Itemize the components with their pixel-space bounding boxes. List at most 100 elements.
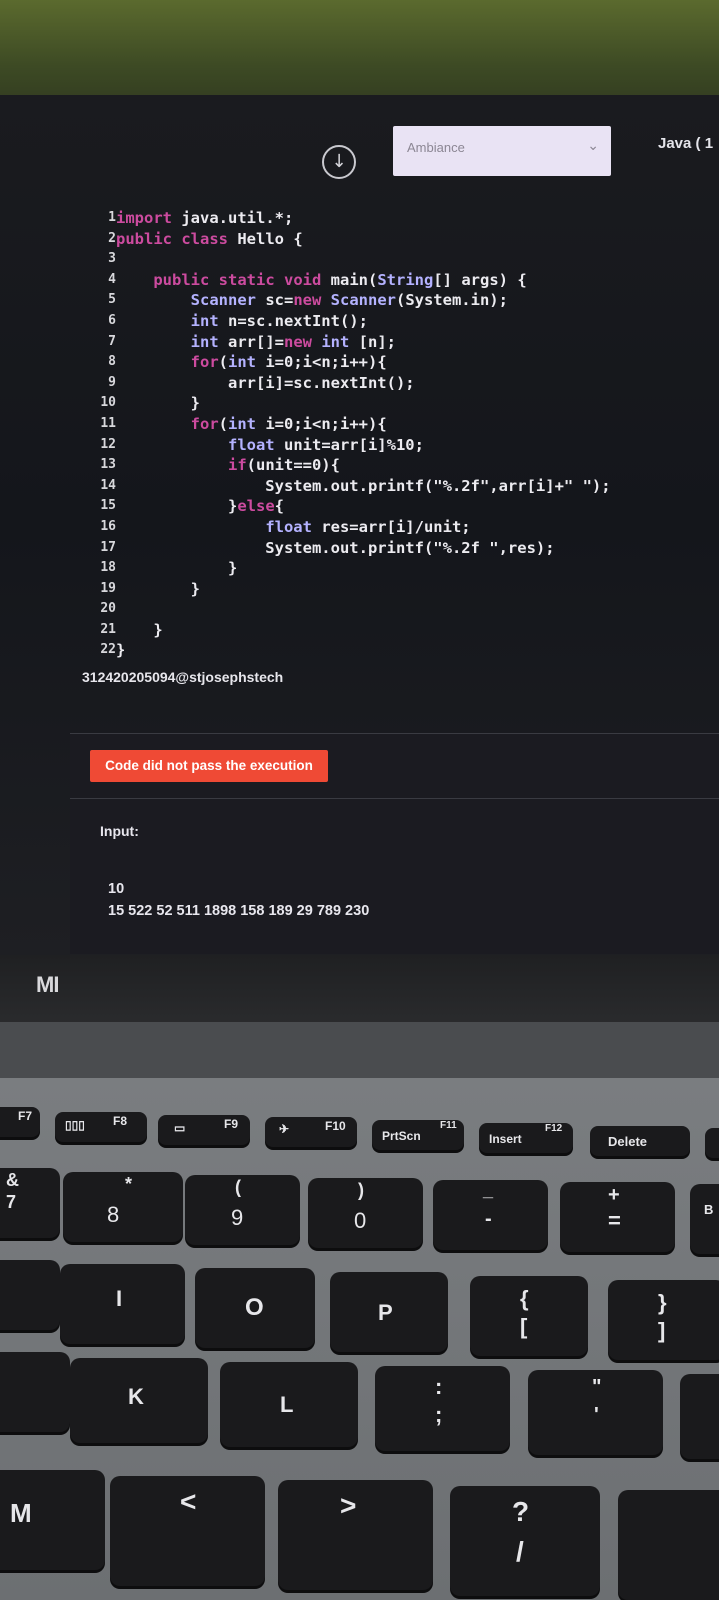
- key-m-label: M: [10, 1498, 32, 1528]
- code-text: }: [116, 641, 126, 660]
- key-comma-top: <: [180, 1486, 197, 1517]
- key-o[interactable]: O: [195, 1268, 315, 1348]
- code-line: 19 }: [80, 579, 700, 600]
- key-slash-bottom: /: [516, 1536, 524, 1567]
- key-insert[interactable]: Insert F12: [479, 1123, 573, 1153]
- line-number: 10: [100, 395, 116, 411]
- code-line: 14 System.out.printf("%.2f",arr[i]+" ");: [80, 476, 700, 497]
- line-number: 6: [108, 312, 116, 328]
- key-i[interactable]: I: [60, 1264, 185, 1344]
- code-text: int n=sc.nextInt();: [190, 311, 368, 330]
- input-line-1: 10: [108, 881, 125, 897]
- window-icon: ▭: [174, 1121, 186, 1135]
- key-left-bracket[interactable]: {[: [470, 1276, 588, 1356]
- code-editor[interactable]: 1 import java.util.*; 2 public class Hello …: [80, 208, 700, 661]
- status-badge: Code did not pass the execution: [90, 750, 328, 782]
- key-enter[interactable]: [680, 1374, 719, 1459]
- key-f10-label: F10: [325, 1119, 346, 1133]
- key-p[interactable]: P: [330, 1272, 448, 1352]
- key-f12-label: F12: [545, 1123, 563, 1134]
- key-equals-bottom: =: [608, 1208, 621, 1233]
- author-label: 312420205094@stjosephstech: [82, 669, 284, 685]
- key-k-label: K: [128, 1384, 144, 1409]
- key-semicolon-top: :: [435, 1374, 443, 1399]
- key-k[interactable]: K: [70, 1358, 208, 1443]
- key-right-bracket[interactable]: }]: [608, 1280, 719, 1360]
- code-line: 5 Scanner sc=new Scanner(System.in);: [80, 290, 700, 311]
- key-backspace[interactable]: B: [690, 1184, 719, 1254]
- key-prtscn-label: PrtScn: [382, 1129, 421, 1143]
- code-text: }: [116, 579, 200, 598]
- line-number: 9: [108, 374, 116, 390]
- brand-logo: MI: [36, 972, 59, 997]
- code-line: 20: [80, 599, 700, 620]
- key-f8[interactable]: ▯▯▯ F8: [55, 1112, 147, 1142]
- key-0-top: ): [358, 1180, 364, 1200]
- code-line: 15 }else{: [80, 496, 700, 517]
- code-text: arr[i]=sc.nextInt();: [116, 373, 415, 392]
- key-j[interactable]: [0, 1352, 70, 1432]
- laptop-screen: ↓ Ambiance ⌄ Java ( 1 1 import java.util.…: [0, 95, 719, 955]
- key-7-bottom: 7: [6, 1192, 17, 1212]
- code-line: 4 public static void main(String[] args)…: [80, 270, 700, 291]
- code-text: if(unit==0){: [227, 456, 340, 475]
- key-9-top: (: [235, 1177, 241, 1197]
- key-semicolon-bottom: ;: [435, 1402, 443, 1427]
- line-number: 19: [100, 580, 116, 596]
- key-right-bracket-bottom: ]: [658, 1318, 666, 1343]
- code-line: 7 int arr[]=new int [n];: [80, 332, 700, 353]
- key-comma[interactable]: <: [110, 1476, 265, 1586]
- line-number: 7: [108, 333, 116, 349]
- laptop-hinge: [0, 1022, 719, 1080]
- language-select[interactable]: Java ( 1: [658, 135, 713, 152]
- download-icon[interactable]: ↓: [322, 145, 356, 179]
- key-p-label: P: [378, 1300, 393, 1325]
- chevron-down-icon: ⌄: [587, 138, 599, 154]
- key-period[interactable]: >: [278, 1480, 433, 1590]
- key-9-bottom: 9: [231, 1205, 244, 1230]
- key-l-label: L: [280, 1392, 294, 1417]
- key-backspace-label: B: [704, 1202, 714, 1217]
- line-number: 11: [100, 415, 116, 431]
- line-number: 1: [108, 210, 116, 225]
- code-line: 9 arr[i]=sc.nextInt();: [80, 373, 700, 394]
- line-number: 5: [108, 292, 116, 308]
- theme-select-value: Ambiance: [407, 140, 465, 155]
- key-9[interactable]: (9: [185, 1175, 300, 1245]
- key-l[interactable]: L: [220, 1362, 358, 1447]
- key-power[interactable]: [705, 1128, 719, 1158]
- code-line: 18 }: [80, 558, 700, 579]
- key-8[interactable]: * 8: [63, 1172, 183, 1242]
- key-f7[interactable]: F7: [0, 1107, 40, 1137]
- code-text: System.out.printf("%.2f ",res);: [116, 538, 555, 557]
- line-number: 12: [100, 436, 116, 452]
- key-right-shift[interactable]: [618, 1490, 719, 1600]
- line-number: 17: [100, 539, 116, 555]
- key-f10[interactable]: ✈ F10: [265, 1117, 357, 1147]
- line-number: 16: [100, 518, 116, 534]
- line-number: 21: [100, 621, 116, 637]
- key-f9[interactable]: ▭ F9: [158, 1115, 250, 1145]
- key-7-top: &: [6, 1170, 19, 1190]
- key-right-bracket-top: }: [658, 1290, 667, 1315]
- code-text: for(int i=0;i<n;i++){: [190, 353, 387, 372]
- input-line-2: 15 522 52 511 1898 158 189 29 789 230: [108, 903, 370, 919]
- key-m[interactable]: M: [0, 1470, 105, 1570]
- code-text: Scanner sc=new Scanner(System.in);: [190, 291, 508, 310]
- key-prtscn[interactable]: PrtScn F11: [372, 1120, 464, 1150]
- code-line: 3: [80, 249, 700, 270]
- key-f7-label: F7: [17, 1109, 32, 1123]
- key-semicolon[interactable]: :;: [375, 1366, 510, 1451]
- key-7[interactable]: & 7: [0, 1168, 60, 1238]
- key-quote[interactable]: " ': [528, 1370, 663, 1455]
- key-minus[interactable]: _ -: [433, 1180, 548, 1250]
- key-equals[interactable]: + =: [560, 1182, 675, 1252]
- key-f8-label: F8: [113, 1114, 128, 1128]
- key-left-bracket-top: {: [520, 1286, 529, 1311]
- code-line: 16 float res=arr[i]/unit;: [80, 517, 700, 538]
- key-slash[interactable]: ? /: [450, 1486, 600, 1596]
- key-0[interactable]: ) 0: [308, 1178, 423, 1248]
- key-u[interactable]: [0, 1260, 60, 1330]
- key-delete[interactable]: Delete: [590, 1126, 690, 1156]
- theme-select[interactable]: Ambiance ⌄: [393, 126, 611, 176]
